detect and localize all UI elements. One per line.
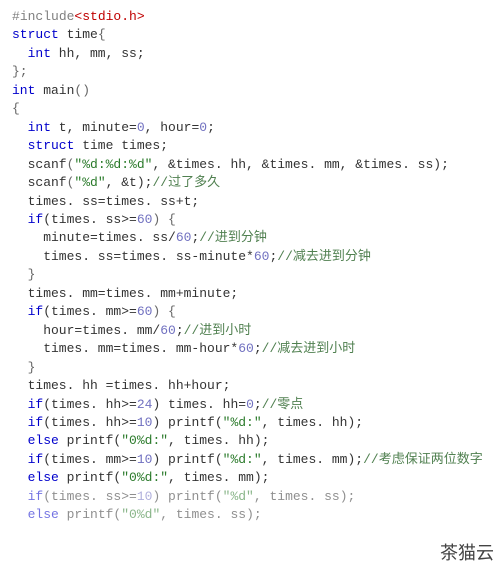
kw-else: else <box>28 507 59 522</box>
kw-struct: struct <box>28 138 75 153</box>
str-literal: "%d:" <box>223 452 262 467</box>
brace-close: } <box>28 267 36 282</box>
preproc-header: <stdio.h> <box>74 9 144 24</box>
kw-if: if <box>28 397 44 412</box>
kw-else: else <box>28 470 59 485</box>
str-literal: "0%d:" <box>121 470 168 485</box>
kw-if: if <box>28 212 44 227</box>
code-line: int t, minute=0, hour=0; <box>12 119 488 137</box>
code-line: hour=times. mm/60;//进到小时 <box>12 322 488 340</box>
code-line: minute=times. ss/60;//进到分钟 <box>12 229 488 247</box>
code-line: }; <box>12 63 488 81</box>
code-line: times. ss=times. ss-minute*60;//减去进到分钟 <box>12 248 488 266</box>
code-line: times. hh =times. hh+hour; <box>12 377 488 395</box>
code-line: if(times. ss>=60) { <box>12 211 488 229</box>
num-literal: 60 <box>238 341 254 356</box>
struct-name: time <box>59 27 98 42</box>
fn-scanf: scanf <box>28 157 67 172</box>
kw-if: if <box>28 304 44 319</box>
str-literal: "%d" <box>74 175 105 190</box>
brace-close: } <box>28 360 36 375</box>
code-line: else printf("0%d:", times. hh); <box>12 432 488 450</box>
code-line: { <box>12 100 488 118</box>
kw-int: int <box>28 46 51 61</box>
code-line: struct time times; <box>12 137 488 155</box>
preproc-include: include <box>20 9 75 24</box>
code-line: times. ss=times. ss+t; <box>12 193 488 211</box>
code-line: scanf("%d", &t);//过了多久 <box>12 174 488 192</box>
num-literal: 60 <box>160 323 176 338</box>
code-line: #include<stdio.h> <box>12 8 488 26</box>
comment: //进到小时 <box>184 323 252 338</box>
comment: //减去进到小时 <box>262 341 356 356</box>
fn-scanf: scanf <box>28 175 67 190</box>
code-line: int main() <box>12 82 488 100</box>
code-line: struct time{ <box>12 26 488 44</box>
preproc-hash: # <box>12 9 20 24</box>
comment: //减去进到分钟 <box>277 249 371 264</box>
kw-struct: struct <box>12 27 59 42</box>
num-literal: 0 <box>199 120 207 135</box>
fn-main: main <box>35 83 74 98</box>
var-decl: hh, mm, ss; <box>51 46 145 61</box>
str-literal: "0%d:" <box>121 433 168 448</box>
code-line: } <box>12 266 488 284</box>
brace-open: { <box>12 101 20 116</box>
kw-int: int <box>28 120 51 135</box>
str-literal: "0%d" <box>121 507 160 522</box>
num-literal: 0 <box>137 120 145 135</box>
code-line: else printf("0%d", times. ss); <box>12 506 488 524</box>
comment: //考虑保证两位数字 <box>363 452 483 467</box>
num-literal: 10 <box>137 489 153 504</box>
code-line: if(times. mm>=60) { <box>12 303 488 321</box>
comment: //过了多久 <box>152 175 220 190</box>
comment: //进到分钟 <box>199 230 267 245</box>
code-line: if(times. ss>=10) printf("%d", times. ss… <box>12 488 488 506</box>
kw-if: if <box>28 415 44 430</box>
code-line: times. mm=times. mm-hour*60;//减去进到小时 <box>12 340 488 358</box>
brace-close: }; <box>12 64 28 79</box>
code-line: scanf("%d:%d:%d", &times. hh, &times. mm… <box>12 156 488 174</box>
num-literal: 10 <box>137 415 153 430</box>
kw-else: else <box>28 433 59 448</box>
num-literal: 60 <box>137 212 153 227</box>
str-literal: "%d" <box>223 489 254 504</box>
num-literal: 0 <box>246 397 254 412</box>
comment: //零点 <box>262 397 304 412</box>
brace-open: { <box>98 27 106 42</box>
str-literal: "%d:%d:%d" <box>74 157 152 172</box>
num-literal: 24 <box>137 397 153 412</box>
paren: () <box>74 83 90 98</box>
code-line: if(times. hh>=24) times. hh=0;//零点 <box>12 396 488 414</box>
code-line: } <box>12 359 488 377</box>
code-line: if(times. hh>=10) printf("%d:", times. h… <box>12 414 488 432</box>
code-line: times. mm=times. mm+minute; <box>12 285 488 303</box>
kw-if: if <box>28 452 44 467</box>
num-literal: 60 <box>254 249 270 264</box>
code-line: else printf("0%d:", times. mm); <box>12 469 488 487</box>
watermark: 茶猫云 <box>440 541 494 567</box>
kw-if: if <box>28 489 44 504</box>
str-literal: "%d:" <box>223 415 262 430</box>
code-line: if(times. mm>=10) printf("%d:", times. m… <box>12 451 488 469</box>
kw-int: int <box>12 83 35 98</box>
code-line: int hh, mm, ss; <box>12 45 488 63</box>
num-literal: 60 <box>137 304 153 319</box>
num-literal: 10 <box>137 452 153 467</box>
num-literal: 60 <box>176 230 192 245</box>
